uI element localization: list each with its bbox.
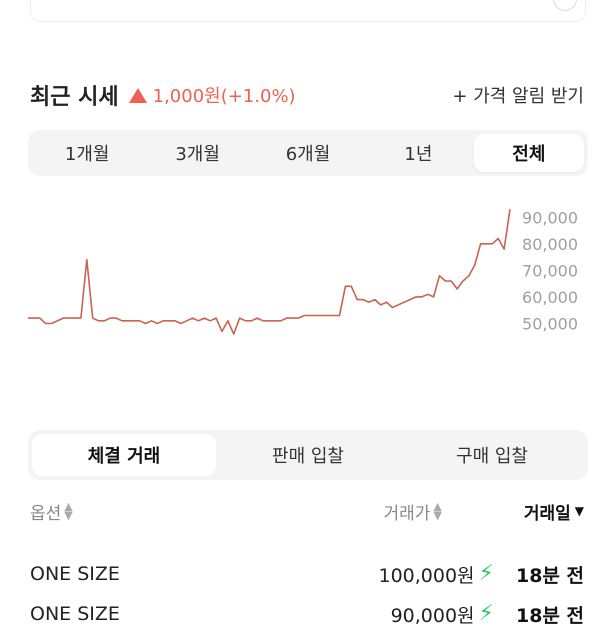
price-chart[interactable]: 90,000 80,000 70,000 60,000 50,000 — [0, 200, 614, 360]
tab-1-month[interactable]: 1개월 — [32, 134, 142, 172]
row-time: 18분 전 — [515, 564, 584, 587]
period-tabs: 1개월 3개월 6개월 1년 전체 — [28, 130, 588, 176]
date-column-header[interactable]: 거래일 ▼ — [524, 499, 584, 524]
price-column-header[interactable]: 거래가 ▲ ▼ — [383, 499, 441, 524]
y-tick-label: 70,000 — [522, 261, 578, 280]
card-action-button[interactable] — [553, 0, 577, 11]
sort-descending-icon: ▼ — [574, 504, 584, 518]
trade-table-header: 옵션 ▲ ▼ 거래가 ▲ ▼ 거래일 ▼ — [30, 494, 584, 528]
option-column-label: 옵션 — [30, 503, 62, 524]
table-row[interactable]: ONE SIZE 90,000원 ⚡ 18분 전 — [30, 596, 584, 632]
price-series-line — [28, 209, 511, 335]
y-tick-label: 50,000 — [522, 314, 578, 333]
price-alert-button[interactable]: + 가격 알림 받기 — [452, 82, 584, 108]
row-price-cell: 100,000원 ⚡ — [378, 561, 494, 588]
tab-6-months[interactable]: 6개월 — [253, 134, 363, 172]
y-tick-label: 80,000 — [522, 235, 578, 254]
price-chart-svg: 90,000 80,000 70,000 60,000 50,000 — [28, 208, 578, 335]
row-option: ONE SIZE — [30, 603, 120, 625]
recent-price-title: 최근 시세 — [30, 85, 119, 110]
price-change-text: 1,000원(+1.0%) — [152, 86, 296, 107]
lightning-icon: ⚡ — [478, 561, 494, 586]
lightning-icon: ⚡ — [478, 601, 494, 626]
row-time: 18분 전 — [515, 604, 584, 627]
row-price: 90,000원 — [390, 604, 475, 627]
row-price-cell: 90,000원 ⚡ — [391, 601, 494, 628]
price-column-label: 거래가 — [383, 503, 431, 524]
y-tick-label: 90,000 — [522, 208, 578, 227]
product-summary-card — [30, 0, 586, 22]
trade-tabs: 체결 거래 판매 입찰 구매 입찰 — [28, 430, 588, 480]
tab-3-months[interactable]: 3개월 — [142, 134, 252, 172]
up-triangle-icon — [128, 87, 147, 103]
tab-completed-trades[interactable]: 체결 거래 — [32, 434, 216, 476]
row-option: ONE SIZE — [30, 563, 120, 585]
row-price: 100,000원 — [378, 564, 475, 587]
date-column-label: 거래일 — [523, 503, 571, 524]
option-column-header[interactable]: 옵션 ▲ ▼ — [30, 499, 73, 524]
tab-1-year[interactable]: 1년 — [363, 134, 473, 172]
tab-all[interactable]: 전체 — [473, 134, 585, 172]
y-tick-label: 60,000 — [522, 288, 578, 307]
recent-price-header: 최근 시세 1,000원(+1.0%) + 가격 알림 받기 — [30, 78, 584, 112]
tab-sell-bids[interactable]: 판매 입찰 — [216, 434, 400, 476]
sort-icon: ▲ ▼ — [64, 500, 73, 522]
table-row[interactable]: ONE SIZE 100,000원 ⚡ 18분 전 — [30, 556, 584, 592]
sort-icon: ▲ ▼ — [433, 500, 442, 522]
tab-buy-bids[interactable]: 구매 입찰 — [400, 434, 584, 476]
